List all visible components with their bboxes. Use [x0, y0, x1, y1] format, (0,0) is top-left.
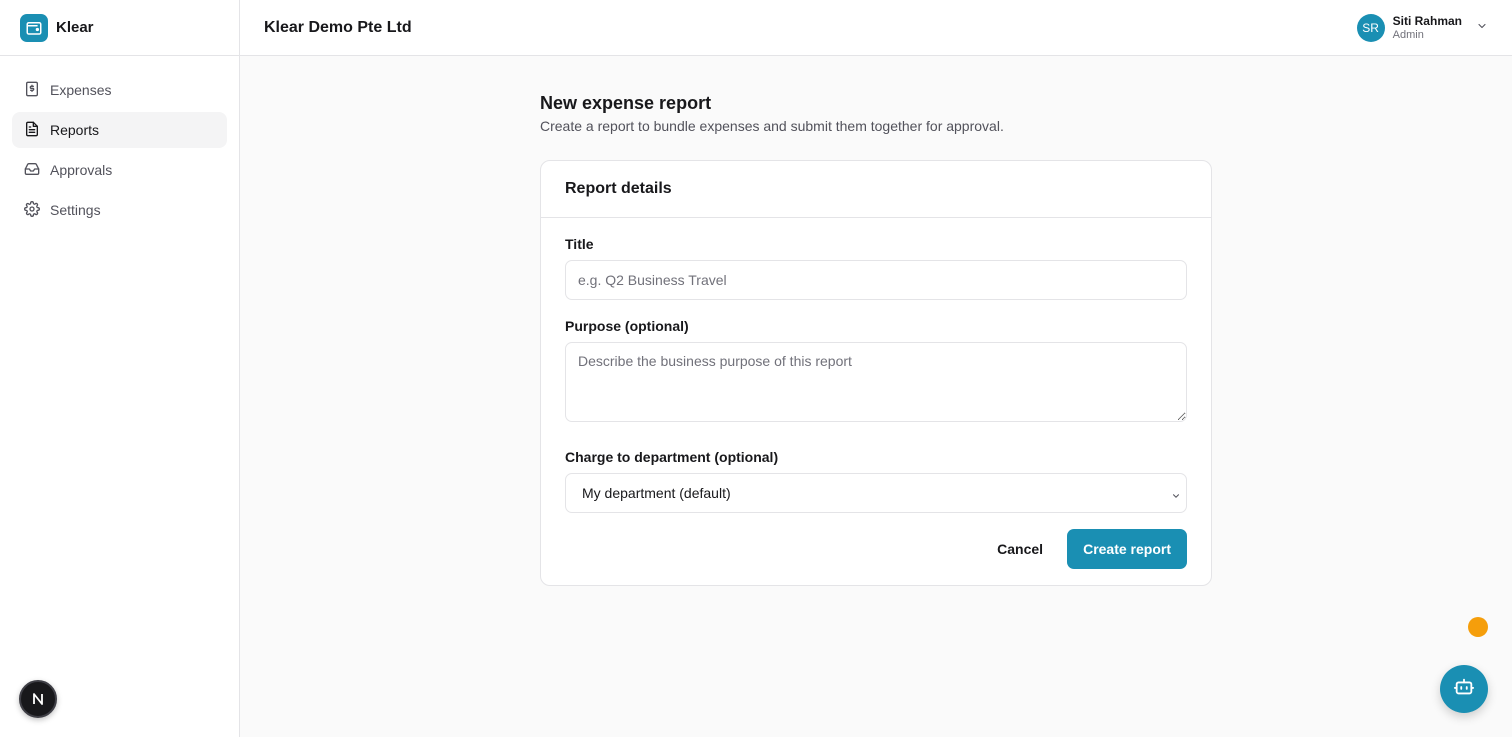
- dev-tools-badge[interactable]: [19, 680, 57, 718]
- gear-icon: [24, 200, 40, 220]
- inbox-icon: [24, 161, 40, 180]
- purpose-textarea[interactable]: [565, 342, 1187, 422]
- department-select[interactable]: My department (default): [565, 473, 1187, 513]
- form-actions: Cancel Create report: [565, 529, 1187, 569]
- title-label: Title: [565, 236, 594, 252]
- brand[interactable]: Klear: [0, 0, 239, 56]
- sidebar-item-label: Settings: [50, 202, 101, 218]
- user-role: Admin: [1392, 28, 1424, 41]
- sidebar-item-reports[interactable]: Reports: [12, 112, 227, 148]
- card-body: Title Purpose (optional) Charge to depar…: [541, 218, 1211, 585]
- cancel-button[interactable]: Cancel: [981, 529, 1059, 569]
- chevron-down-icon: [1171, 488, 1181, 498]
- user-name: Siti Rahman: [1392, 13, 1462, 28]
- wallet-icon: [20, 13, 48, 42]
- sidebar-nav: Expenses Reports Approvals Settings: [0, 56, 239, 244]
- sidebar-item-approvals[interactable]: Approvals: [12, 152, 227, 188]
- sidebar-item-label: Approvals: [50, 162, 113, 178]
- sidebar-item-label: Reports: [50, 122, 100, 138]
- sidebar-item-settings[interactable]: Settings: [12, 192, 227, 228]
- card-title: Report details: [541, 161, 1211, 218]
- create-report-button[interactable]: Create report: [1067, 529, 1187, 569]
- file-text-icon: [24, 121, 40, 140]
- sidebar: Klear Expenses Reports Approvals Setting…: [0, 0, 240, 737]
- company-name: Klear Demo Pte Ltd: [264, 18, 412, 36]
- avatar: SR: [1356, 13, 1385, 42]
- page-subtitle: Create a report to bundle expenses and s…: [540, 118, 1004, 134]
- department-select-value[interactable]: My department (default): [565, 473, 1187, 513]
- chevron-down-icon: [1476, 19, 1488, 37]
- brand-name: Klear: [56, 19, 94, 36]
- department-label: Charge to department (optional): [565, 449, 779, 465]
- report-details-card: Report details Title Purpose (optional) …: [540, 160, 1212, 586]
- user-info: Siti Rahman Admin: [1393, 14, 1462, 42]
- notification-dot: [1468, 617, 1488, 637]
- assistant-button[interactable]: [1440, 665, 1488, 713]
- bot-icon: [1453, 676, 1475, 703]
- n-logo-icon: [33, 693, 43, 705]
- receipt-icon: [24, 81, 40, 100]
- topbar: Klear Demo Pte Ltd SR Siti Rahman Admin: [240, 0, 1512, 56]
- page-title: New expense report: [540, 93, 712, 113]
- sidebar-item-expenses[interactable]: Expenses: [12, 72, 227, 108]
- purpose-label: Purpose (optional): [565, 318, 689, 334]
- title-input[interactable]: [565, 260, 1187, 300]
- user-menu[interactable]: SR Siti Rahman Admin: [1356, 13, 1488, 42]
- sidebar-item-label: Expenses: [50, 82, 112, 98]
- main-content: New expense report Create a report to bu…: [540, 92, 1212, 586]
